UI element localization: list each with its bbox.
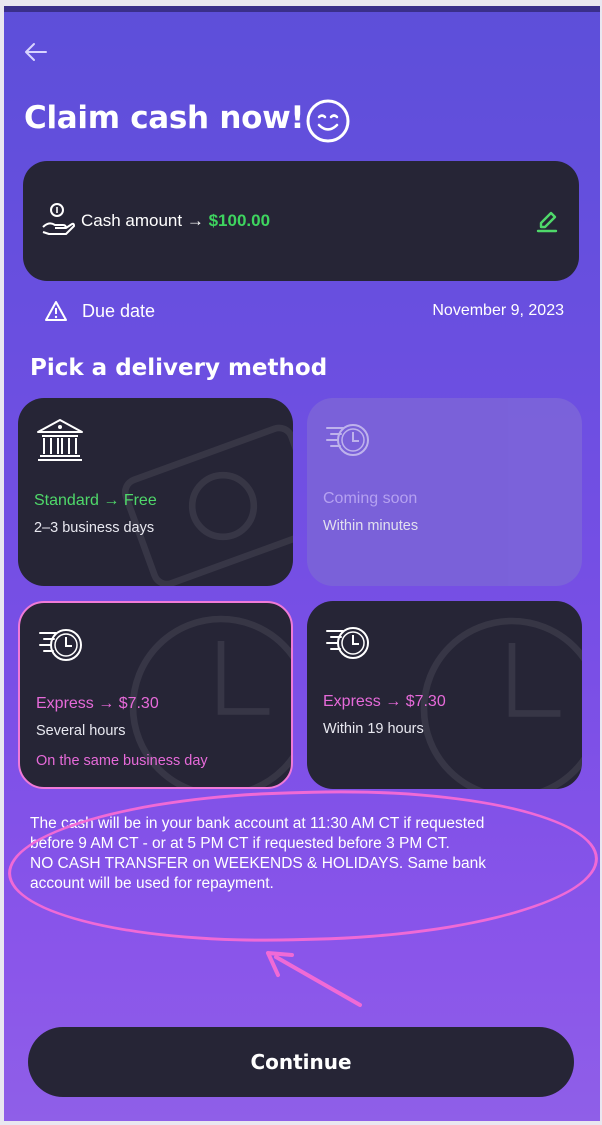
app-screen: Claim cash now! Cash amount → $100.00 Du… bbox=[4, 6, 600, 1121]
annotation-arrow-icon bbox=[266, 951, 362, 1007]
cash-amount-label: Cash amount bbox=[81, 211, 183, 230]
delivery-option-standard[interactable]: Standard → Free 2–3 business days bbox=[18, 398, 293, 586]
option-sub: Within 19 hours bbox=[323, 721, 424, 737]
delivery-option-express-same-day[interactable]: Express → $7.30 Several hours On the sam… bbox=[18, 601, 293, 789]
cash-amount-card: Cash amount → $100.00 bbox=[23, 161, 579, 281]
option-head: Coming soon bbox=[323, 490, 418, 507]
option-head: Standard → Free bbox=[34, 492, 157, 509]
arrow-left-icon bbox=[25, 43, 47, 61]
delivery-option-coming-soon: Coming soon Within minutes bbox=[307, 398, 582, 586]
annotation-oval bbox=[6, 783, 600, 949]
fast-clock-icon bbox=[326, 627, 369, 659]
cash-amount-value: $100.00 bbox=[208, 211, 271, 230]
continue-button[interactable]: Continue bbox=[28, 1027, 574, 1097]
pencil-icon[interactable] bbox=[533, 205, 561, 233]
due-date-label: Due date bbox=[82, 301, 156, 321]
smiley-face-icon bbox=[306, 99, 350, 143]
due-date-value: November 9, 2023 bbox=[432, 302, 564, 319]
delivery-option-express-19h[interactable]: Express → $7.30 Within 19 hours bbox=[307, 601, 582, 789]
fast-clock-icon bbox=[39, 629, 82, 661]
option-head: Express → $7.30 bbox=[36, 695, 159, 712]
fast-clock-icon bbox=[326, 424, 369, 456]
hand-coin-icon bbox=[42, 203, 75, 235]
due-date-row: Due date November 9, 2023 bbox=[44, 299, 564, 327]
status-bar bbox=[4, 6, 600, 12]
option-note: On the same business day bbox=[36, 753, 208, 769]
option-sub: Several hours bbox=[36, 723, 126, 739]
option-head: Express → $7.30 bbox=[323, 693, 446, 710]
cash-amount-text: Cash amount → $100.00 bbox=[81, 211, 270, 231]
warning-triangle-icon bbox=[45, 301, 67, 321]
page-title: Claim cash now! bbox=[24, 100, 305, 136]
option-sub: Within minutes bbox=[323, 518, 419, 534]
arrow-separator: → bbox=[186, 211, 204, 230]
back-button[interactable] bbox=[22, 40, 54, 66]
bank-icon bbox=[37, 419, 83, 461]
option-sub: 2–3 business days bbox=[34, 520, 155, 536]
delivery-section-title: Pick a delivery method bbox=[30, 355, 328, 381]
